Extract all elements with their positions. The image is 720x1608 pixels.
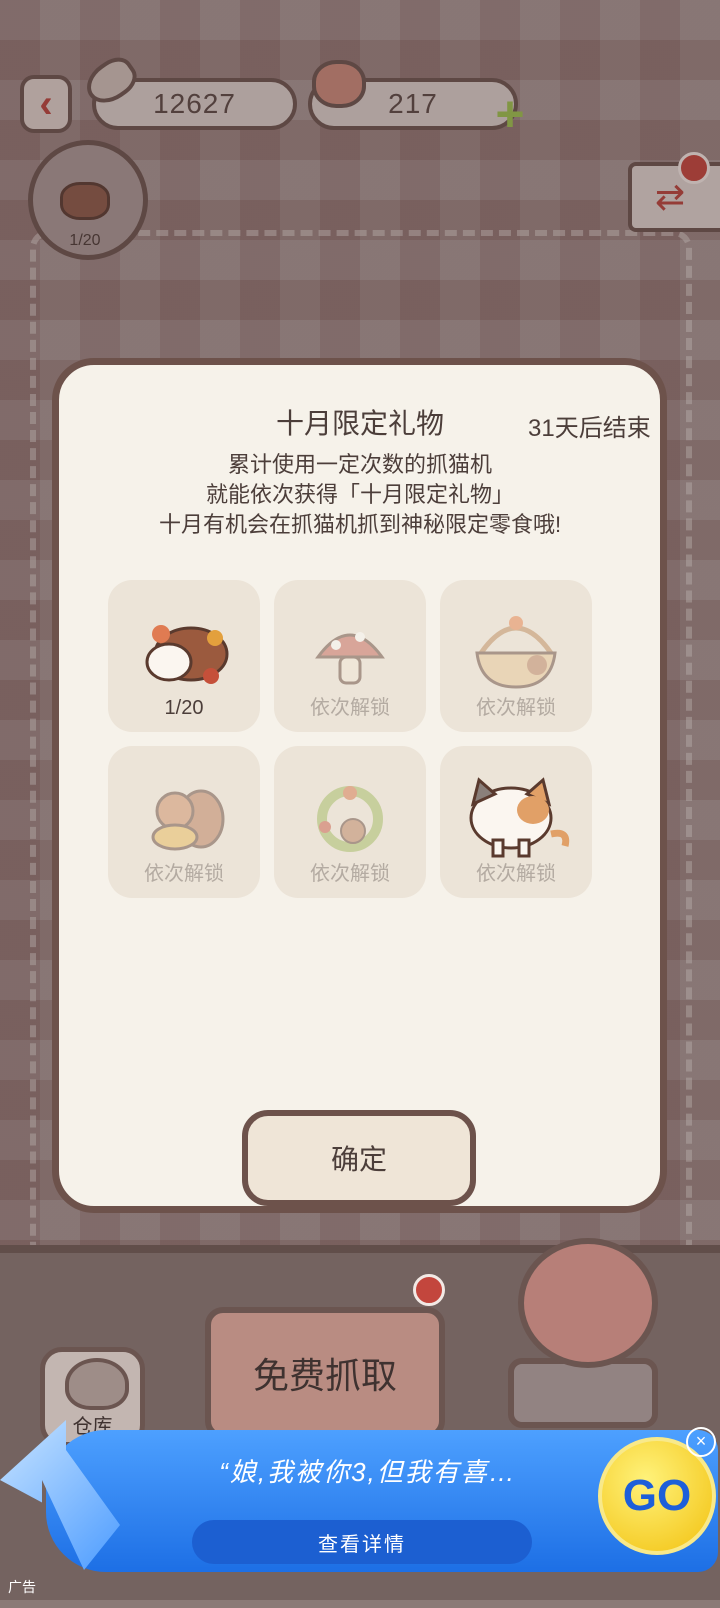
ad-detail-button[interactable]: 查看详情 <box>192 1520 532 1564</box>
joystick[interactable] <box>518 1238 658 1368</box>
reward-cell-3[interactable]: 依次解锁 <box>440 580 592 732</box>
basket-icon <box>475 615 557 689</box>
reward-label: 依次解锁 <box>476 697 556 719</box>
mushroom-icon <box>315 631 385 685</box>
reward-cell-6[interactable]: 依次解锁 <box>440 746 592 898</box>
confirm-label: 确定 <box>330 1144 387 1175</box>
calico-cat-icon <box>469 777 570 858</box>
ad-tag: 广告 <box>8 1579 36 1595</box>
reward-label: 1/20 <box>164 697 204 719</box>
reward-label: 依次解锁 <box>310 863 390 885</box>
confirm-button[interactable]: 确定 <box>242 1110 476 1206</box>
hamster-leaves-icon <box>145 624 229 684</box>
close-icon[interactable]: × <box>686 1427 716 1457</box>
storage-icon <box>65 1358 129 1410</box>
grab-label: 免费抓取 <box>252 1355 397 1396</box>
free-grab-button[interactable]: 免费抓取 <box>205 1307 445 1439</box>
reward-cell-1[interactable]: 1/20 <box>108 580 260 732</box>
reward-cell-2[interactable]: 依次解锁 <box>274 580 426 732</box>
squirrel-icon <box>151 789 225 851</box>
reward-label: 依次解锁 <box>144 863 224 885</box>
dialog-desc-line: 累计使用一定次数的抓猫机 <box>227 452 492 477</box>
countdown-text: 31天后结束 <box>528 415 651 442</box>
grab-notification-dot <box>413 1274 445 1306</box>
joystick-base <box>508 1358 658 1428</box>
dialog-desc-line: 就能依次获得「十月限定礼物」 <box>205 482 514 507</box>
dialog-desc-line: 十月有机会在抓猫机抓到神秘限定零食哦! <box>158 512 562 537</box>
wreath-icon <box>317 785 383 852</box>
reward-cell-4[interactable]: 依次解锁 <box>108 746 260 898</box>
ad-text: “娘,我被你3,但我有喜… <box>219 1457 517 1487</box>
reward-cell-5[interactable]: 依次解锁 <box>274 746 426 898</box>
reward-label: 依次解锁 <box>476 863 556 885</box>
reward-label: 依次解锁 <box>310 697 390 719</box>
